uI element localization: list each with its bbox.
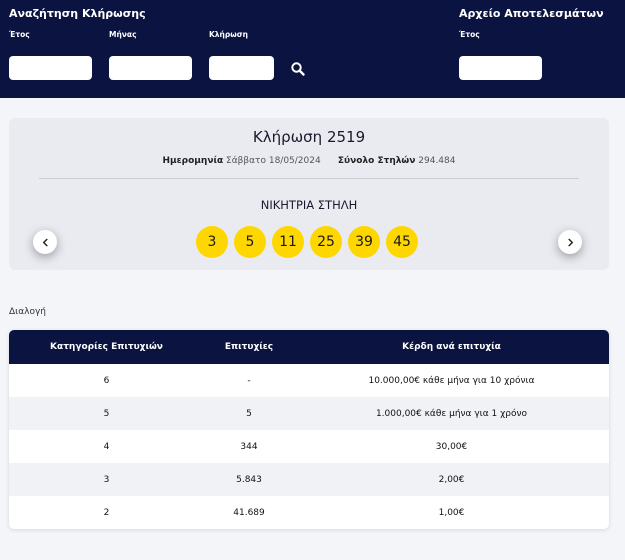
header-category: Κατηγορίες Επιτυχιών (50, 342, 163, 352)
archive-year-label: Έτος (459, 30, 480, 39)
table-row: 5 5 1.000,00€ κάθε μήνα για 1 χρόνο (9, 397, 609, 430)
winning-column-label: ΝΙΚΗΤΡΙΑ ΣΤΗΛΗ (260, 198, 358, 212)
total-columns-label: Σύνολο Στηλών (337, 156, 416, 166)
number-ball: 5 (234, 226, 266, 258)
table-header: Κατηγορίες Επιτυχιών Επιτυχίες Κέρδη ανά… (9, 330, 609, 364)
number-ball: 11 (272, 226, 304, 258)
prize-cell: 2,00€ (438, 474, 465, 485)
table-row: 6 - 10.000,00€ κάθε μήνα για 10 χρόνια (9, 364, 609, 397)
search-icon[interactable] (290, 61, 306, 77)
prize-table: Κατηγορίες Επιτυχιών Επιτυχίες Κέρδη ανά… (9, 330, 609, 529)
table-row: 2 41.689 1,00€ (9, 496, 609, 529)
header-winners: Επιτυχίες (224, 342, 274, 352)
archive-year-select[interactable] (459, 56, 542, 80)
category-cell: 4 (103, 441, 110, 452)
winners-cell: 41.689 (233, 507, 265, 518)
category-cell: 2 (103, 507, 110, 518)
winners-cell: 5 (246, 408, 252, 419)
category-cell: 6 (103, 375, 110, 386)
search-heading: Αναζήτηση Κλήρωσης (9, 7, 146, 20)
draw-number-label: Κλήρωση (209, 30, 248, 39)
draw-title: Κλήρωση 2519 (252, 128, 366, 146)
number-ball: 3 (196, 226, 228, 258)
year-select[interactable] (9, 56, 92, 80)
next-draw-button[interactable] (558, 230, 582, 254)
winners-cell: 344 (240, 441, 258, 452)
date-value: Σάββατο 18/05/2024 (226, 156, 321, 166)
prize-cell: 30,00€ (435, 441, 468, 452)
date-label: Ημερομηνία (162, 156, 224, 166)
prize-cell: 10.000,00€ κάθε μήνα για 10 χρόνια (368, 375, 535, 386)
winning-numbers: 3 5 11 25 39 45 (196, 226, 418, 258)
winners-cell: - (247, 375, 251, 386)
table-row: 3 5.843 2,00€ (9, 463, 609, 496)
previous-draw-button[interactable] (33, 230, 57, 254)
month-select[interactable] (109, 56, 192, 80)
draw-number-input[interactable] (209, 56, 274, 80)
divider (39, 178, 579, 179)
chevron-right-icon (567, 238, 573, 246)
section-label: Διαλογή (9, 307, 46, 317)
chevron-left-icon (42, 238, 48, 246)
search-header: Αναζήτηση Κλήρωσης Έτος Μήνας Κλήρωση Αρ… (0, 0, 625, 98)
category-cell: 3 (103, 474, 110, 485)
draw-meta: Ημερομηνία Σάββατο 18/05/2024 Σύνολο Στη… (9, 156, 609, 166)
category-cell: 5 (103, 408, 110, 419)
archive-heading: Αρχείο Αποτελεσμάτων (459, 7, 604, 20)
draw-result-card: Κλήρωση 2519 Ημερομηνία Σάββατο 18/05/20… (9, 118, 609, 270)
year-label: Έτος (9, 30, 30, 39)
header-prize: Κέρδη ανά επιτυχία (402, 342, 501, 352)
total-columns-value: 294.484 (418, 156, 456, 166)
table-body: 6 - 10.000,00€ κάθε μήνα για 10 χρόνια 5… (9, 364, 609, 529)
prize-cell: 1,00€ (438, 507, 465, 518)
number-ball: 45 (386, 226, 418, 258)
number-ball: 25 (310, 226, 342, 258)
number-ball: 39 (348, 226, 380, 258)
winners-cell: 5.843 (236, 474, 262, 485)
prize-cell: 1.000,00€ κάθε μήνα για 1 χρόνο (375, 408, 528, 419)
month-label: Μήνας (109, 30, 137, 39)
table-row: 4 344 30,00€ (9, 430, 609, 463)
